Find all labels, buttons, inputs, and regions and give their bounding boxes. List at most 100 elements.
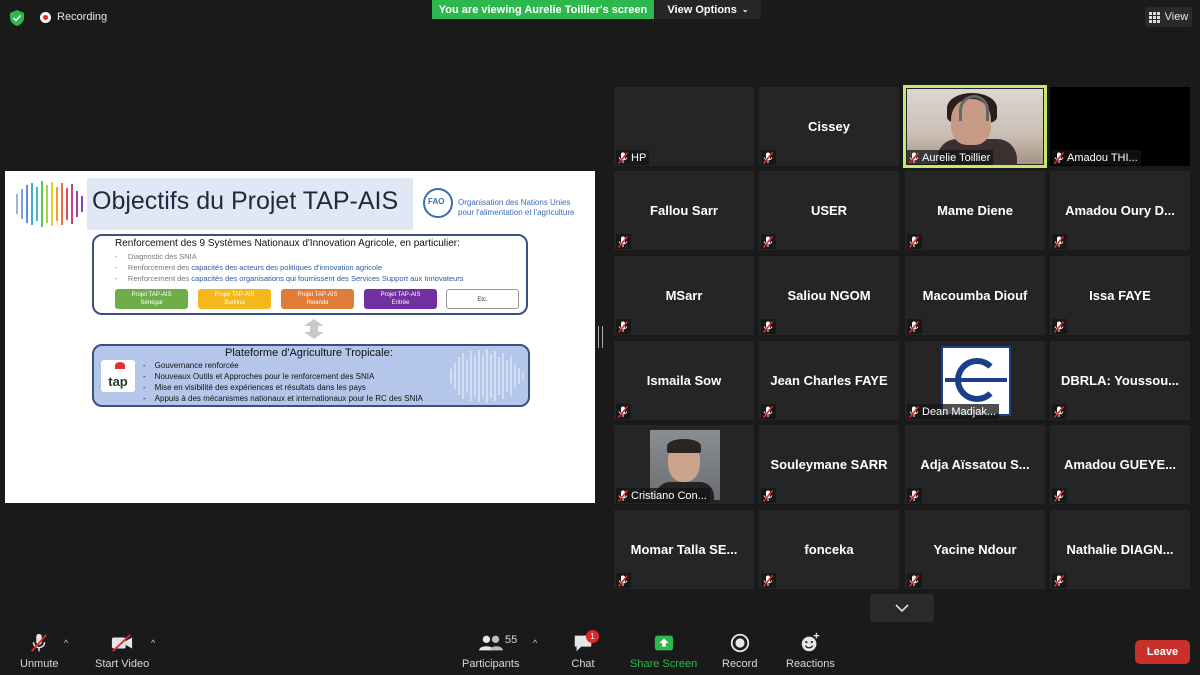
participant-tile[interactable]: Amadou Oury D... bbox=[1050, 171, 1190, 250]
participant-tile[interactable]: Cissey bbox=[759, 87, 899, 166]
leave-button[interactable]: Leave bbox=[1135, 640, 1190, 664]
participant-name: Ismaila Sow bbox=[646, 373, 722, 388]
video-off-icon bbox=[112, 634, 133, 652]
participant-tile[interactable]: Souleymane SARR bbox=[759, 425, 899, 504]
participants-options-caret[interactable]: ^ bbox=[533, 638, 537, 648]
participant-tile[interactable]: Amadou THI... bbox=[1050, 87, 1190, 166]
up-down-arrow-icon bbox=[304, 319, 324, 339]
project-pill-line2: Eritrée bbox=[391, 300, 410, 306]
mic-muted-icon bbox=[31, 633, 48, 652]
participant-tile[interactable]: Fallou Sarr bbox=[614, 171, 754, 250]
participant-name: Nathalie DIAGN... bbox=[1066, 542, 1174, 557]
participant-tile[interactable]: Aurelie Toillier bbox=[903, 85, 1047, 168]
mic-muted-icon bbox=[1054, 151, 1064, 164]
participant-label: Aurelie Toillier bbox=[922, 151, 991, 164]
view-label: View bbox=[1164, 11, 1189, 23]
participant-tile[interactable]: Amadou GUEYE... bbox=[1050, 425, 1190, 504]
sound-wave-decoration bbox=[450, 349, 524, 403]
participant-tile[interactable]: Adja Aïssatou S... bbox=[905, 425, 1045, 504]
unmute-label: Unmute bbox=[20, 658, 59, 670]
participant-tile[interactable]: USER bbox=[759, 171, 899, 250]
project-pill-senegal: Projet TAP-AIS Sénégal bbox=[115, 289, 188, 309]
participant-tile[interactable]: Cristiano Con... bbox=[614, 425, 754, 504]
participant-name: DBRLA: Youssou... bbox=[1061, 373, 1179, 388]
project-pill-rwanda: Projet TAP-AIS Rwanda bbox=[281, 289, 354, 309]
recording-indicator[interactable]: Recording bbox=[40, 11, 107, 23]
recording-label: Recording bbox=[57, 11, 108, 23]
mic-muted-icon bbox=[1054, 489, 1064, 502]
participant-tile[interactable]: MSarr bbox=[614, 256, 754, 335]
mic-muted-icon bbox=[909, 574, 919, 587]
participant-tile[interactable]: HP bbox=[614, 87, 754, 166]
participant-tile[interactable]: fonceka bbox=[759, 510, 899, 589]
record-label: Record bbox=[722, 658, 758, 670]
participant-name: Mame Diene bbox=[937, 203, 1013, 218]
video-options-caret[interactable]: ^ bbox=[151, 638, 155, 648]
participant-footer: Amadou THI... bbox=[1052, 150, 1141, 165]
view-options-button[interactable]: View Options ⌄ bbox=[655, 0, 761, 19]
participant-footer bbox=[1052, 319, 1067, 334]
participant-name: Jean Charles FAYE bbox=[770, 373, 888, 388]
view-button[interactable]: View bbox=[1145, 7, 1192, 27]
project-pill-line1: Projet TAP-AIS bbox=[131, 292, 172, 298]
audio-options-caret[interactable]: ^ bbox=[64, 638, 68, 648]
share-screen-label: Share Screen bbox=[630, 658, 698, 670]
start-video-button[interactable]: Start Video bbox=[95, 632, 149, 670]
participant-footer bbox=[1052, 404, 1067, 419]
tap-leaf-icon bbox=[115, 362, 125, 369]
grid-view-icon bbox=[1148, 11, 1160, 23]
participant-tile[interactable]: Dean Madjak... bbox=[905, 341, 1045, 420]
participant-name: Issa FAYE bbox=[1089, 288, 1151, 303]
participant-tile[interactable]: Yacine Ndour bbox=[905, 510, 1045, 589]
participant-tile[interactable]: Jean Charles FAYE bbox=[759, 341, 899, 420]
participant-tile[interactable]: Momar Talla SE... bbox=[614, 510, 754, 589]
slide-title: Objectifs du Projet TAP-AIS bbox=[92, 187, 399, 215]
participant-footer bbox=[907, 573, 922, 588]
fao-org-name: Organisation des Nations Unies pour l'al… bbox=[458, 198, 574, 218]
participant-tile[interactable]: Macoumba Diouf bbox=[905, 256, 1045, 335]
project-pill-eritree: Projet TAP-AIS Eritrée bbox=[364, 289, 437, 309]
reactions-label: Reactions bbox=[786, 658, 835, 670]
participant-tile[interactable]: DBRLA: Youssou... bbox=[1050, 341, 1190, 420]
project-pill-line1: Projet TAP-AIS bbox=[297, 292, 338, 298]
mic-muted-icon bbox=[1054, 320, 1064, 333]
splitter-handle[interactable] bbox=[598, 326, 603, 348]
participant-footer bbox=[616, 319, 631, 334]
participant-name: Amadou GUEYE... bbox=[1064, 457, 1176, 472]
shared-screen: Objectifs du Projet TAP-AIS Organisation… bbox=[5, 171, 595, 503]
snia-bullet-text: Renforcement des bbox=[127, 263, 192, 272]
participant-footer bbox=[907, 488, 922, 503]
participant-footer: HP bbox=[616, 150, 650, 165]
platform-box-heading: Plateforme d'Agriculture Tropicale: bbox=[225, 347, 393, 359]
participant-footer bbox=[907, 234, 922, 249]
snia-box-heading: Renforcement des 9 Systèmes Nationaux d'… bbox=[115, 238, 460, 249]
mic-muted-icon bbox=[909, 235, 919, 248]
participant-name: Adja Aïssatou S... bbox=[920, 457, 1030, 472]
reactions-button[interactable]: Reactions bbox=[786, 632, 835, 670]
participant-label: Cristiano Con... bbox=[631, 489, 707, 502]
record-button[interactable]: Record bbox=[722, 632, 757, 670]
snia-bullet-highlight: capacités des acteurs des politiques d'i… bbox=[191, 263, 383, 272]
share-screen-icon bbox=[654, 635, 673, 651]
share-screen-button[interactable]: Share Screen bbox=[630, 632, 697, 670]
mic-muted-icon bbox=[618, 320, 628, 333]
scroll-down-button[interactable] bbox=[870, 594, 934, 622]
snia-bullet-text: Renforcement des bbox=[127, 274, 192, 283]
participant-tile[interactable]: Nathalie DIAGN... bbox=[1050, 510, 1190, 589]
participant-tile[interactable]: Ismaila Sow bbox=[614, 341, 754, 420]
participant-footer bbox=[761, 488, 776, 503]
security-shield-icon[interactable] bbox=[10, 10, 24, 26]
participant-footer bbox=[761, 234, 776, 249]
unmute-button[interactable]: Unmute bbox=[20, 632, 59, 670]
participant-tile[interactable]: Mame Diene bbox=[905, 171, 1045, 250]
participant-tile[interactable]: Issa FAYE bbox=[1050, 256, 1190, 335]
project-pill-line2: Burkina bbox=[224, 300, 245, 306]
participant-name: Amadou Oury D... bbox=[1065, 203, 1175, 218]
mic-muted-icon bbox=[618, 574, 628, 587]
mic-muted-icon bbox=[909, 320, 919, 333]
participant-footer bbox=[1052, 488, 1067, 503]
participant-tile[interactable]: Saliou NGOM bbox=[759, 256, 899, 335]
chat-unread-badge: 1 bbox=[586, 630, 599, 643]
mic-muted-icon bbox=[909, 151, 919, 164]
fao-logo bbox=[423, 188, 453, 218]
